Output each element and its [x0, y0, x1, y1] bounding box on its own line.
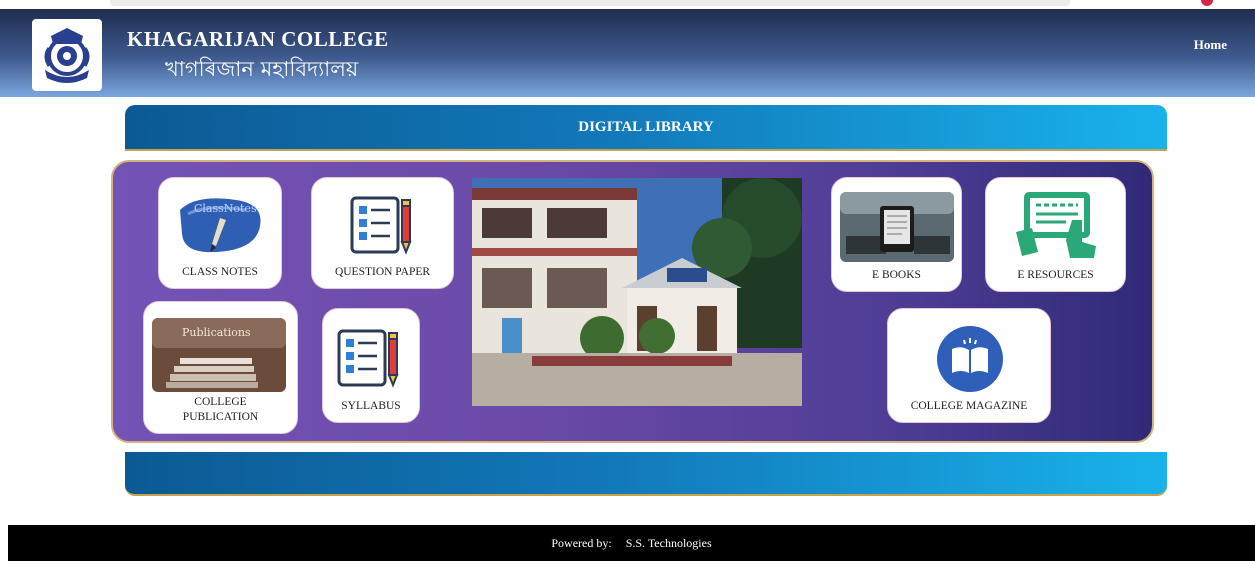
footer-powered-by: Powered by: [551, 535, 612, 550]
tile-label: E RESOURCES [1017, 269, 1094, 281]
tile-college-publication[interactable]: Publications COLLEGE PUBLICATION [143, 301, 298, 434]
syllabus-checklist-icon [337, 329, 399, 388]
college-building-image [472, 178, 802, 406]
class-notes-image-text: ClassNotes [194, 202, 257, 215]
site-footer: Powered by: S.S. Technologies [8, 525, 1255, 561]
tile-label-line2: PUBLICATION [182, 411, 259, 423]
tile-label: QUESTION PAPER [334, 266, 431, 278]
tile-class-notes[interactable]: ClassNotes CLASS NOTES [158, 177, 282, 289]
browser-address-bar [110, 0, 1070, 6]
top-strip [0, 0, 1255, 8]
tile-e-resources[interactable]: E RESOURCES [985, 177, 1126, 292]
college-title-english: KHAGARIJAN COLLEGE [127, 27, 389, 51]
footer-company-link[interactable]: S.S. Technologies [626, 536, 712, 551]
tile-question-paper[interactable]: QUESTION PAPER [311, 177, 454, 289]
publications-books-icon: Publications [152, 318, 286, 392]
publications-image-text: Publications [182, 326, 251, 339]
e-reader-icon [840, 192, 954, 262]
tile-label: CLASS NOTES [182, 266, 258, 278]
bottom-banner [125, 452, 1167, 496]
class-notes-icon: ClassNotes [180, 198, 261, 253]
banner-title: DIGITAL LIBRARY [578, 118, 714, 135]
college-title-bengali: খাগৰিজান মহাবিদ্যালয় [165, 57, 359, 81]
touch-tablet-icon [1016, 192, 1096, 258]
document-checklist-icon [350, 196, 412, 255]
site-header: KHAGARIJAN COLLEGE খাগৰিজান মহাবিদ্যালয়… [0, 9, 1255, 97]
open-book-icon [937, 326, 1003, 392]
college-building-photo [472, 178, 802, 406]
tile-college-magazine[interactable]: COLLEGE MAGAZINE [887, 308, 1051, 423]
tile-e-books[interactable]: E BOOKS [831, 177, 962, 292]
tile-label: COLLEGE MAGAZINE [910, 400, 1028, 412]
digital-library-banner: DIGITAL LIBRARY [125, 105, 1167, 151]
tile-label: SYLLABUS [341, 400, 401, 412]
tile-label-line1: COLLEGE [194, 396, 247, 408]
nav-home-link[interactable]: Home [1194, 37, 1227, 53]
college-logo[interactable] [32, 19, 102, 91]
tile-label: E BOOKS [872, 269, 921, 281]
tile-syllabus[interactable]: SYLLABUS [322, 308, 420, 423]
notification-dot-icon [1201, 0, 1213, 6]
college-emblem-icon [44, 28, 90, 83]
